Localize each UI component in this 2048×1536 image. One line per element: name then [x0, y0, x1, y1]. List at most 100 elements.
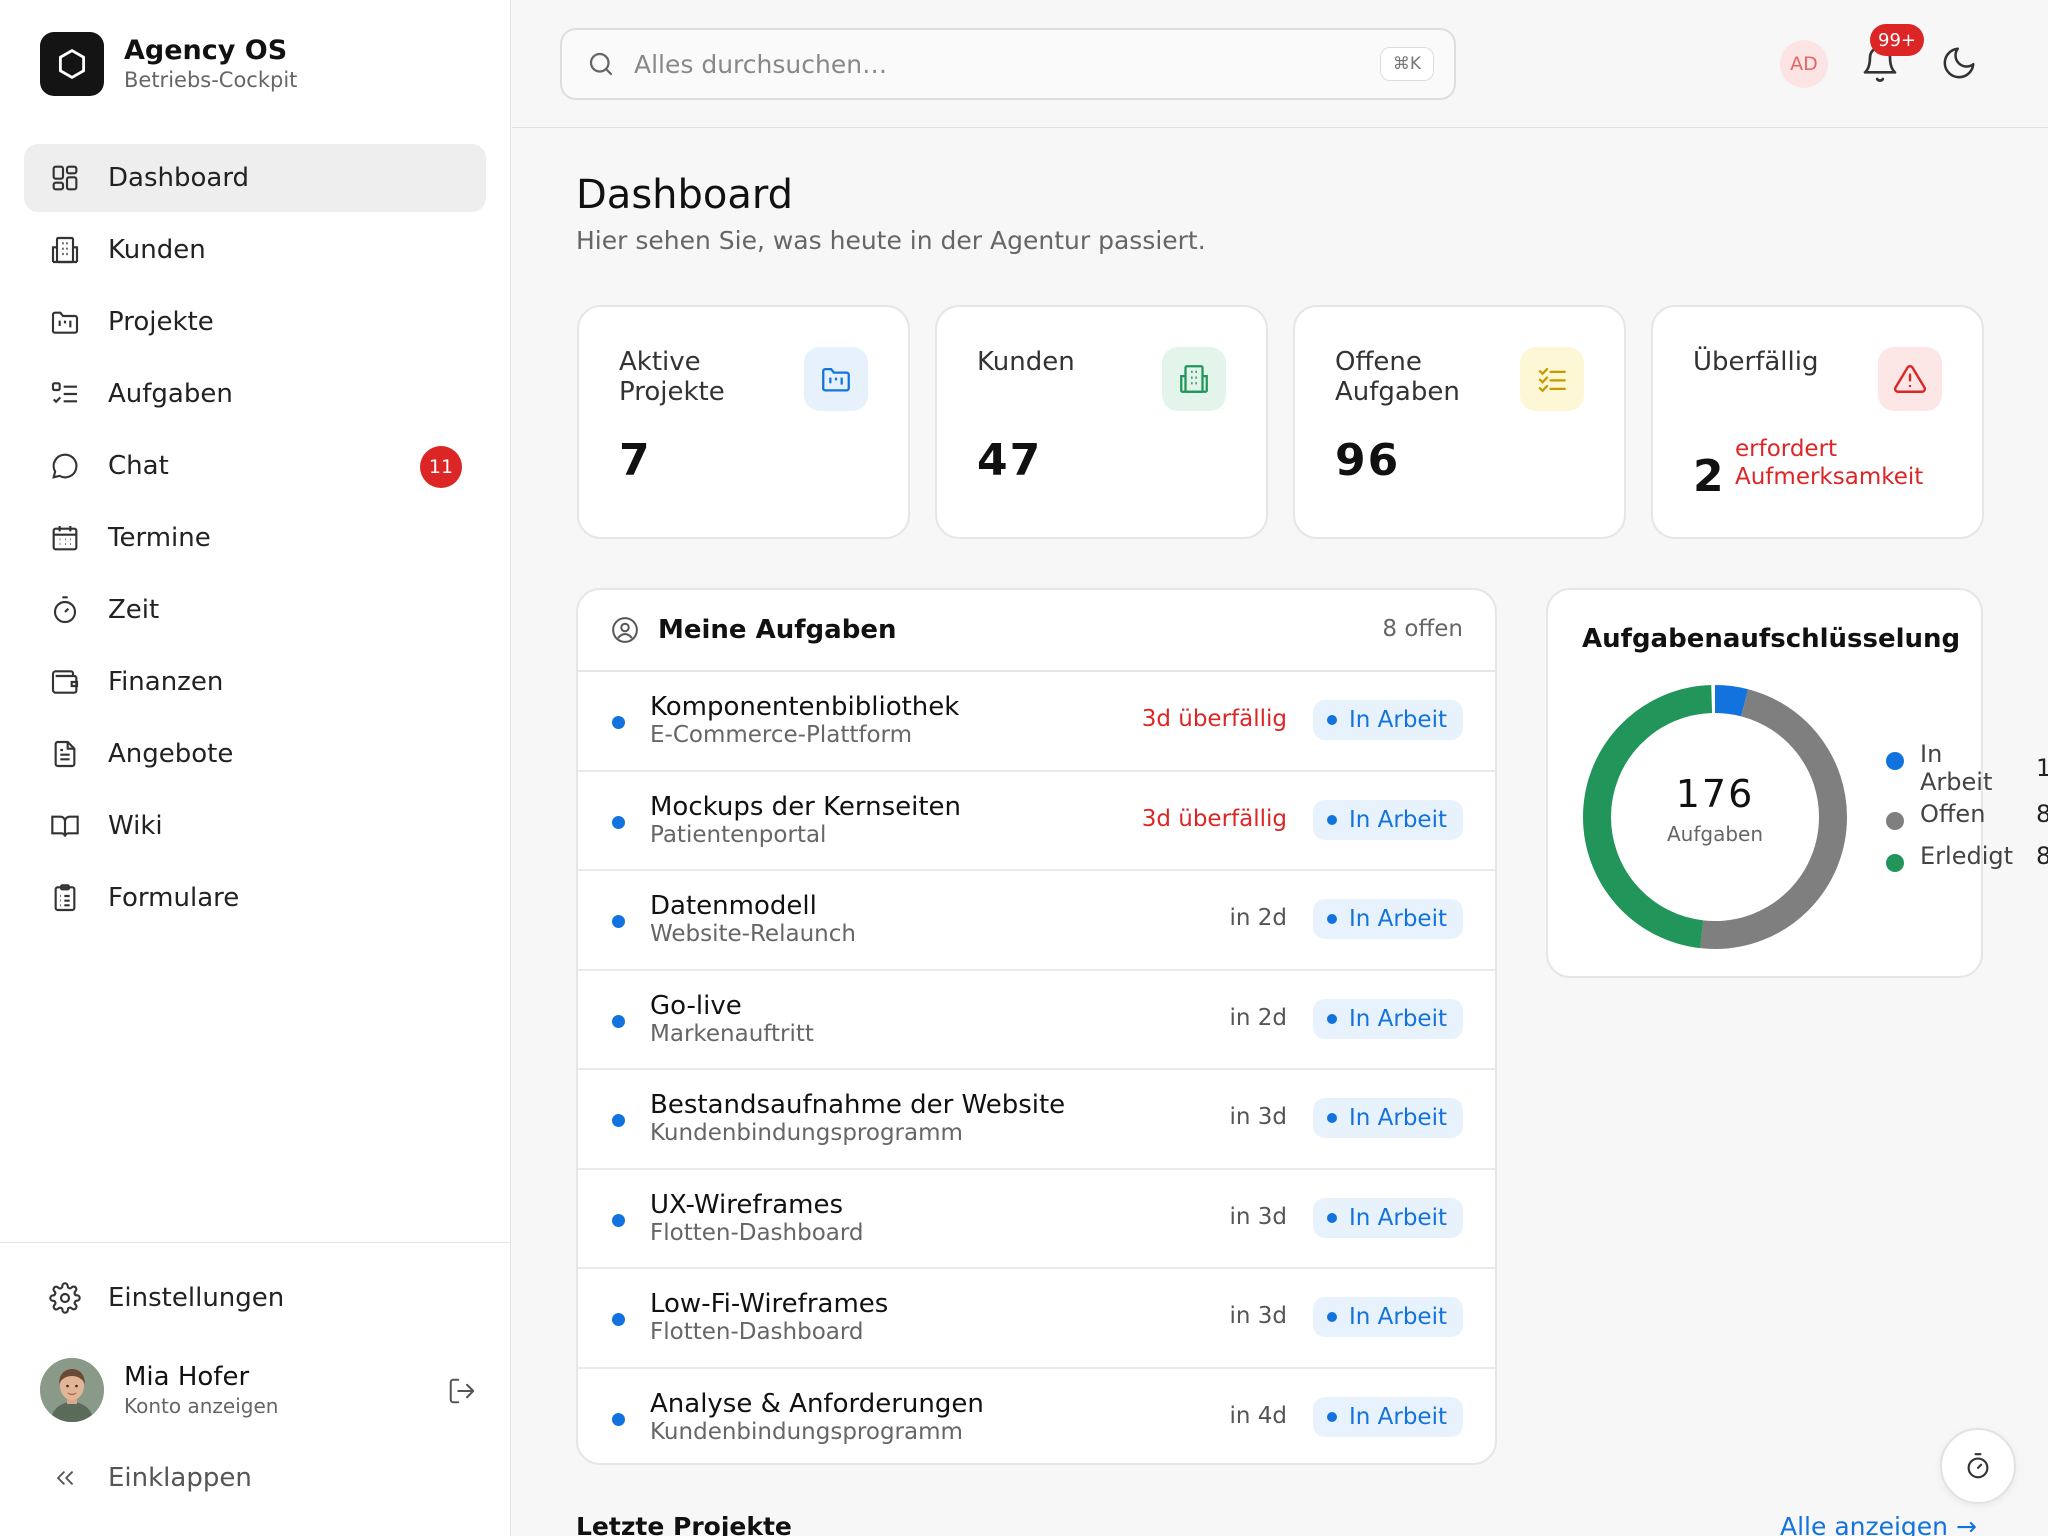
task-row[interactable]: UX-Wireframes Flotten-Dashboard in 3d In…	[578, 1170, 1495, 1269]
status-label: In Arbeit	[1348, 1403, 1447, 1430]
search-input[interactable]: Alles durchsuchen… ⌘K	[560, 28, 1456, 100]
legend-item: Offen 8	[1886, 800, 2048, 842]
task-status-dot	[612, 1412, 625, 1426]
task-project: Kundenbindungsprogramm	[650, 1120, 963, 1146]
chevrons-left-icon	[48, 1461, 82, 1495]
tasks-count: 8 offen	[1382, 616, 1463, 642]
stat-value: 2	[1693, 451, 1726, 502]
legend-value: 8	[2036, 842, 2048, 870]
stat-label: Kunden	[977, 347, 1075, 377]
page-subtitle: Hier sehen Sie, was heute in der Agentur…	[576, 226, 1206, 255]
task-project: Flotten-Dashboard	[650, 1319, 864, 1345]
avatar	[40, 1358, 104, 1422]
legend-label: Erledigt	[1920, 842, 2014, 870]
gear-icon	[48, 1281, 82, 1315]
task-breakdown-panel: Aufgabenaufschlüsselung 176 Aufgaben In …	[1546, 588, 2048, 978]
stat-value: 47	[977, 435, 1043, 486]
task-row[interactable]: Bestandsaufnahme der Website Kundenbindu…	[578, 1070, 1495, 1170]
user-account[interactable]: Mia Hofer Konto anzeigen	[40, 1355, 480, 1425]
building-icon	[1162, 347, 1226, 411]
sidebar-item-aufgaben[interactable]: Aufgaben	[24, 360, 486, 428]
settings-button[interactable]: Einstellungen	[48, 1281, 284, 1315]
search-icon	[586, 49, 616, 79]
breakdown-title: Aufgabenaufschlüsselung	[1582, 624, 1961, 654]
legend-value: 8	[2036, 800, 2048, 828]
brand-subtitle: Betriebs-Cockpit	[124, 68, 298, 92]
sidebar-item-label: Aufgaben	[108, 379, 233, 409]
wallet-icon	[48, 665, 82, 699]
collapse-sidebar-button[interactable]: Einklappen	[48, 1461, 252, 1495]
sidebar-item-chat[interactable]: Chat 11	[24, 432, 486, 500]
stat-card-active-projects[interactable]: Aktive Projekte 7	[577, 305, 910, 539]
task-row[interactable]: Komponentenbibliothek E-Commerce-Plattfo…	[578, 672, 1495, 772]
sidebar-item-label: Wiki	[108, 811, 163, 841]
chart-legend: In Arbeit 1 Offen 8 Erledigt 8	[1886, 740, 2048, 884]
status-label: In Arbeit	[1348, 906, 1447, 932]
page-title: Dashboard	[576, 172, 794, 218]
status-badge: In Arbeit	[1312, 1098, 1463, 1138]
status-label: In Arbeit	[1348, 1105, 1447, 1131]
sidebar-item-zeit[interactable]: Zeit	[24, 576, 486, 644]
moon-icon[interactable]	[1940, 44, 1980, 84]
search-shortcut: ⌘K	[1379, 47, 1434, 81]
sidebar-item-formulare[interactable]: Formulare	[24, 864, 486, 932]
sidebar-item-finanzen[interactable]: Finanzen	[24, 648, 486, 716]
collapse-label: Einklappen	[108, 1463, 252, 1493]
sidebar-item-angebote[interactable]: Angebote	[24, 720, 486, 788]
book-open-icon	[48, 809, 82, 843]
sidebar-item-label: Formulare	[108, 883, 240, 913]
brand-title: Agency OS	[124, 35, 288, 66]
status-badge: In Arbeit	[1312, 799, 1463, 840]
task-due: in 3d	[1229, 1104, 1287, 1130]
tasks-header: Meine Aufgaben 8 offen	[578, 590, 1495, 672]
status-label: In Arbeit	[1348, 806, 1447, 833]
task-project: Markenauftritt	[650, 1020, 814, 1047]
status-dot	[1326, 1013, 1337, 1024]
stat-card-clients[interactable]: Kunden 47	[935, 305, 1268, 539]
status-dot	[1326, 1113, 1337, 1123]
user-initials-avatar[interactable]: AD	[1780, 40, 1828, 88]
sidebar-item-label: Finanzen	[108, 667, 224, 697]
task-project: Website-Relaunch	[650, 921, 856, 947]
stat-card-overdue[interactable]: Überfällig 2 erfordert Aufmerksamkeit	[1651, 305, 1984, 539]
task-status-dot	[612, 815, 625, 829]
sidebar-item-kunden[interactable]: Kunden	[24, 216, 486, 284]
legend-dot	[1886, 752, 1904, 770]
brand[interactable]: Agency OS Betriebs-Cockpit	[40, 32, 297, 96]
dashboard-grid-icon	[48, 161, 82, 195]
task-row[interactable]: Go-live Markenauftritt in 2d In Arbeit	[578, 971, 1495, 1070]
task-project: E-Commerce-Plattform	[650, 722, 912, 748]
sidebar-item-label: Termine	[108, 523, 211, 553]
stat-value: 96	[1335, 435, 1401, 486]
task-row[interactable]: Mockups der Kernseiten Patientenportal 3…	[578, 772, 1495, 871]
sidebar-item-wiki[interactable]: Wiki	[24, 792, 486, 860]
sidebar-item-dashboard[interactable]: Dashboard	[24, 144, 486, 212]
settings-label: Einstellungen	[108, 1283, 285, 1313]
sidebar-item-label: Kunden	[108, 235, 206, 265]
sidebar-item-label: Angebote	[108, 739, 234, 769]
status-dot	[1326, 1212, 1337, 1223]
sidebar-item-label: Zeit	[108, 595, 160, 625]
brand-logo-icon	[40, 32, 104, 96]
task-title: UX-Wireframes	[650, 1189, 843, 1220]
task-due: in 4d	[1229, 1402, 1287, 1429]
view-account-link[interactable]: Konto anzeigen	[124, 1393, 278, 1419]
sidebar-item-projekte[interactable]: Projekte	[24, 288, 486, 356]
view-all-link[interactable]: Alle anzeigen →	[1780, 1512, 1977, 1536]
list-checks-icon	[48, 377, 82, 411]
calendar-icon	[48, 521, 82, 555]
folder-kanban-icon	[804, 347, 868, 411]
status-dot	[1326, 914, 1337, 924]
task-row[interactable]: Datenmodell Website-Relaunch in 2d In Ar…	[578, 871, 1495, 971]
folder-kanban-icon	[48, 305, 82, 339]
task-row[interactable]: Analyse & Anforderungen Kundenbindungspr…	[578, 1369, 1495, 1464]
sidebar-item-termine[interactable]: Termine	[24, 504, 486, 572]
task-status-dot	[612, 1213, 625, 1227]
task-due: in 2d	[1229, 1004, 1287, 1031]
stat-value: 7	[619, 435, 652, 486]
task-row[interactable]: Low-Fi-Wireframes Flotten-Dashboard in 3…	[578, 1269, 1495, 1369]
stat-card-open-tasks[interactable]: Offene Aufgaben 96	[1293, 305, 1626, 539]
logout-icon[interactable]	[444, 1373, 480, 1409]
stat-label: Aktive Projekte	[619, 347, 725, 407]
timer-fab-button[interactable]	[1940, 1428, 2016, 1504]
